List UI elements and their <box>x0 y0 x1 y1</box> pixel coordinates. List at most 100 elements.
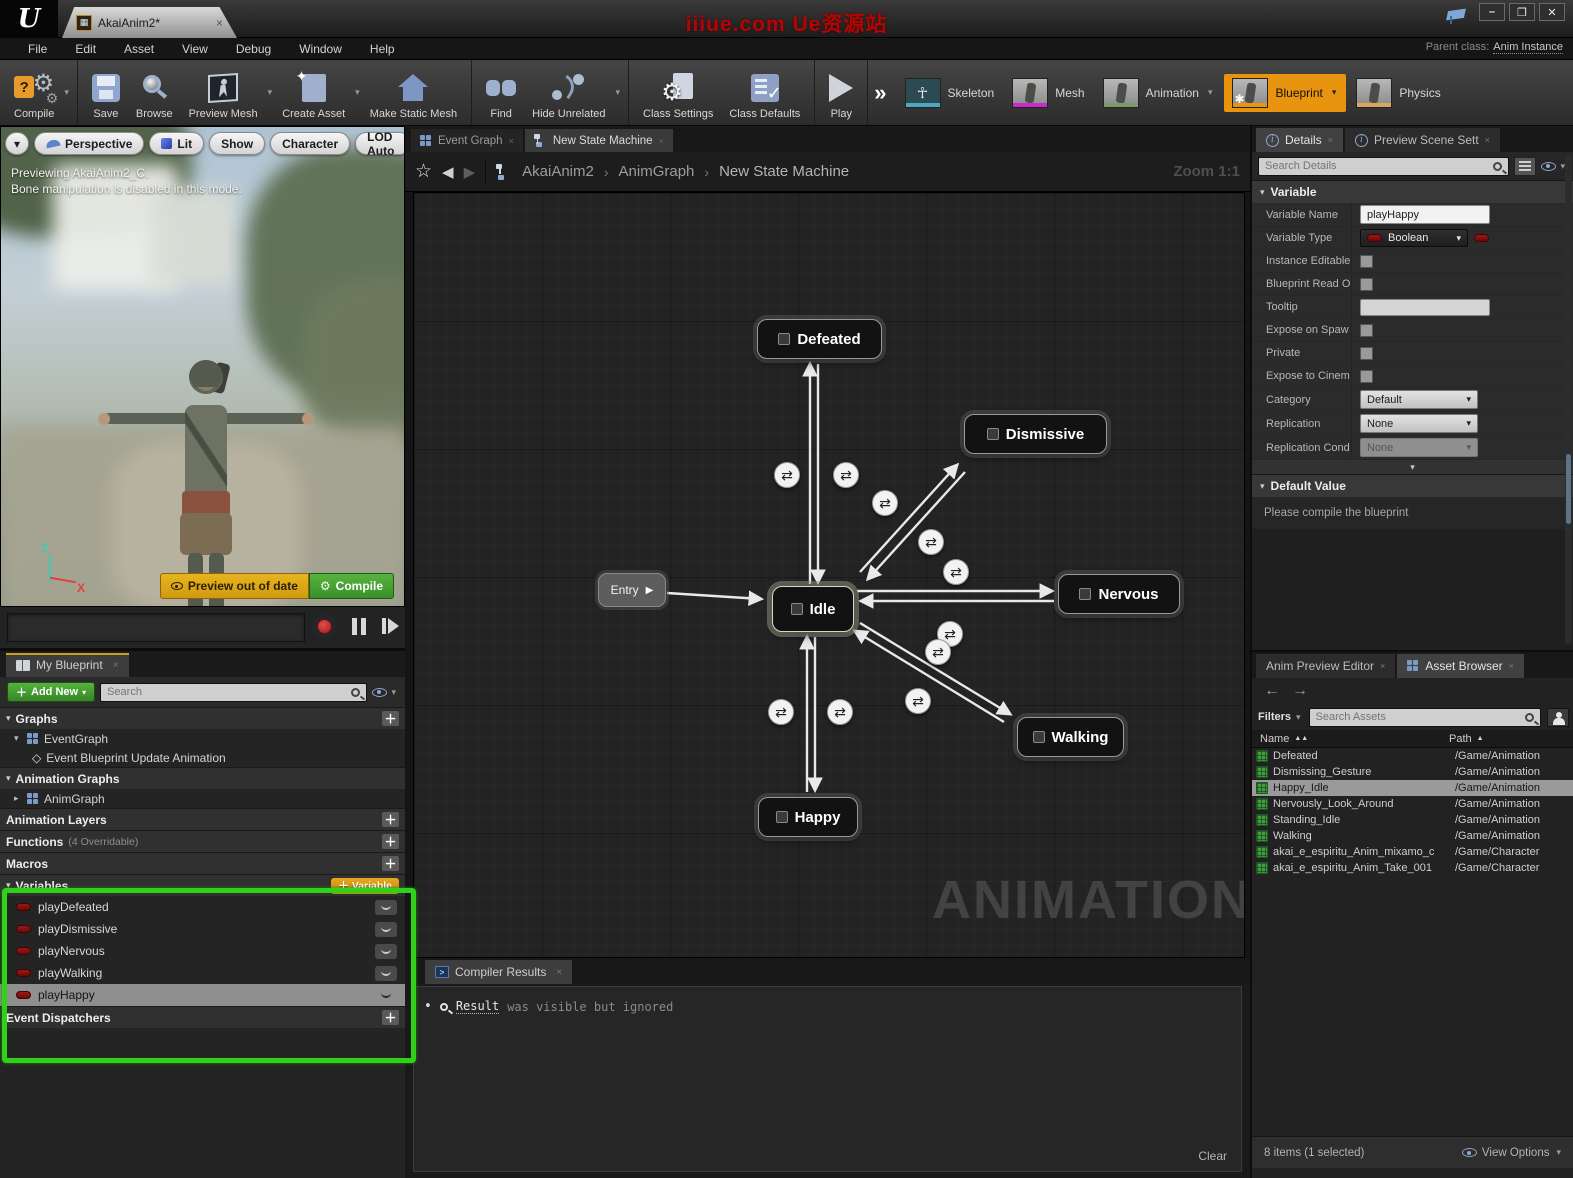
variable-row-playHappy[interactable]: playHappy <box>0 984 405 1006</box>
eye-closed-icon[interactable] <box>375 922 397 937</box>
replication-select[interactable]: None▾ <box>1360 414 1478 433</box>
my-blueprint-tab[interactable]: My Blueprint × <box>6 653 129 677</box>
play-button[interactable]: Play <box>821 60 861 125</box>
variable-row-playWalking[interactable]: playWalking <box>0 962 405 984</box>
browse-button[interactable]: Browse <box>128 60 181 125</box>
name-column-header[interactable]: Name▲▲ <box>1260 733 1449 745</box>
class-defaults-button[interactable]: ✓ Class Defaults <box>721 60 808 125</box>
blueprint-read-o-checkbox[interactable] <box>1360 278 1373 291</box>
eye-closed-icon[interactable] <box>375 944 397 959</box>
person-filter-icon[interactable] <box>1547 708 1569 727</box>
expand-icon[interactable]: ▸ <box>14 793 22 804</box>
details-tab[interactable]: i Details× <box>1256 128 1343 152</box>
tooltip-field[interactable] <box>1360 299 1490 316</box>
transition-rule-icon[interactable]: ⇄ <box>774 462 800 488</box>
event-dispatchers-section-header[interactable]: Event Dispatchers ＋ <box>0 1006 405 1028</box>
state-node-walking[interactable]: Walking <box>1017 717 1124 757</box>
animation-graphs-section-header[interactable]: ▾Animation Graphs <box>0 767 405 789</box>
bookmark-star-icon[interactable]: ☆ <box>415 160 432 183</box>
variable-row-playNervous[interactable]: playNervous <box>0 940 405 962</box>
eye-closed-icon[interactable] <box>375 966 397 981</box>
advanced-expander[interactable]: ▾ <box>1252 460 1573 474</box>
event-graph-tab[interactable]: Event Graph× <box>411 129 523 152</box>
variable-type-select[interactable]: Boolean▾ <box>1360 229 1468 247</box>
variables-section-header[interactable]: ▾Variables ＋Variable <box>0 874 405 896</box>
state-node-happy[interactable]: Happy <box>758 797 858 837</box>
asset-row-Standing_Idle[interactable]: Standing_Idle/Game/Animation <box>1252 812 1573 828</box>
asset-row-Walking[interactable]: Walking/Game/Animation <box>1252 828 1573 844</box>
menu-window[interactable]: Window <box>285 42 356 56</box>
state-node-nervous[interactable]: Nervous <box>1058 574 1180 614</box>
animgraph-item[interactable]: ▸ AnimGraph <box>0 789 405 808</box>
variable-name-field[interactable]: playHappy <box>1360 205 1490 224</box>
filters-dropdown[interactable]: Filters▾ <box>1258 711 1303 723</box>
state-node-idle[interactable]: Idle <box>772 586 854 632</box>
asset-search[interactable] <box>1309 708 1541 727</box>
close-tab-icon[interactable]: × <box>1485 135 1490 145</box>
show-button[interactable]: Show <box>209 132 265 155</box>
preview-out-of-date-button[interactable]: Preview out of date <box>160 573 309 599</box>
breadcrumb-root[interactable]: AkaiAnim2 <box>522 163 594 180</box>
state-node-dismissive[interactable]: Dismissive <box>964 414 1107 454</box>
details-search-input[interactable] <box>1265 160 1489 172</box>
menu-edit[interactable]: Edit <box>61 42 110 56</box>
default-value-section-header[interactable]: ▾Default Value <box>1252 474 1573 497</box>
hide-unrelated-button[interactable]: Hide Unrelated <box>524 60 613 125</box>
close-tab-icon[interactable]: × <box>509 136 514 146</box>
preview-viewport[interactable]: ▾ Perspective Lit Show Character LOD Aut… <box>0 126 405 607</box>
variable-section-header[interactable]: ▾Variable <box>1252 180 1573 203</box>
step-forward-button[interactable] <box>382 618 399 634</box>
pause-button[interactable] <box>352 618 366 635</box>
add-new-button[interactable]: ＋Add New▾ <box>7 682 95 702</box>
my-blueprint-search[interactable] <box>100 683 367 702</box>
transition-rule-icon[interactable]: ⇄ <box>943 559 969 585</box>
viewport-options-dropdown[interactable]: ▾ <box>5 132 29 155</box>
menu-view[interactable]: View <box>168 42 222 56</box>
animation-layers-section-header[interactable]: Animation Layers ＋ <box>0 808 405 830</box>
close-tab-icon[interactable]: × <box>659 136 664 146</box>
lit-button[interactable]: Lit <box>149 132 204 155</box>
asset-row-Defeated[interactable]: Defeated/Game/Animation <box>1252 748 1573 764</box>
preview-mesh-button[interactable]: Preview Mesh <box>181 60 266 125</box>
back-icon[interactable]: ◀ <box>442 163 454 181</box>
view-options-button[interactable]: View Options▾ <box>1462 1147 1563 1159</box>
expose-to-cinem-checkbox[interactable] <box>1360 370 1373 383</box>
viewport-compile-button[interactable]: ⚙Compile <box>309 573 394 599</box>
result-link[interactable]: Result <box>456 999 499 1014</box>
entry-node[interactable]: Entry▶ <box>598 573 666 607</box>
mode-button-mesh[interactable]: Mesh <box>1004 74 1092 112</box>
add-graph-button[interactable]: ＋ <box>382 711 399 726</box>
expand-icon[interactable]: ▾ <box>14 733 22 744</box>
variable-row-playDefeated[interactable]: playDefeated <box>0 896 405 918</box>
menu-debug[interactable]: Debug <box>222 42 285 56</box>
maximize-button[interactable]: ❐ <box>1509 3 1535 21</box>
dropdown-icon[interactable]: ▾ <box>1208 87 1213 98</box>
save-button[interactable]: Save <box>84 60 128 125</box>
asset-row-akai_e_espiritu_Anim_mixamo_c[interactable]: akai_e_espiritu_Anim_mixamo_c/Game/Chara… <box>1252 844 1573 860</box>
details-view-options[interactable]: ▾ <box>1541 161 1567 172</box>
new-state-machine-tab[interactable]: New State Machine× <box>525 129 673 152</box>
mode-button-skeleton[interactable]: ☥Skeleton <box>897 74 1003 112</box>
transition-rule-icon[interactable]: ⇄ <box>925 639 951 665</box>
hide-unrelated-dropdown-icon[interactable]: ▾ <box>616 87 621 98</box>
minimize-button[interactable]: – <box>1479 3 1505 21</box>
clear-button[interactable]: Clear <box>1198 1149 1227 1163</box>
transition-rule-icon[interactable]: ⇄ <box>827 699 853 725</box>
eventgraph-item[interactable]: ▾ EventGraph <box>0 729 405 748</box>
transition-rule-icon[interactable]: ⇄ <box>872 490 898 516</box>
compile-dropdown-icon[interactable]: ▾ <box>64 87 69 98</box>
record-button[interactable] <box>312 614 336 638</box>
history-back-icon[interactable]: ← <box>1264 682 1280 700</box>
functions-section-header[interactable]: Functions(4 Overridable) ＋ <box>0 830 405 852</box>
transition-rule-icon[interactable]: ⇄ <box>918 529 944 555</box>
transition-rule-icon[interactable]: ⇄ <box>905 688 931 714</box>
class-settings-button[interactable]: ⚙ Class Settings <box>635 60 721 125</box>
asset-row-Happy_Idle[interactable]: Happy_Idle/Game/Animation <box>1252 780 1573 796</box>
add-function-button[interactable]: ＋ <box>382 834 399 849</box>
forward-icon[interactable]: ▶ <box>464 163 476 181</box>
eye-closed-icon[interactable] <box>375 900 397 915</box>
character-button[interactable]: Character <box>270 132 350 155</box>
add-macro-button[interactable]: ＋ <box>382 856 399 871</box>
dropdown-icon[interactable]: ▾ <box>1332 87 1337 98</box>
transition-rule-icon[interactable]: ⇄ <box>768 699 794 725</box>
